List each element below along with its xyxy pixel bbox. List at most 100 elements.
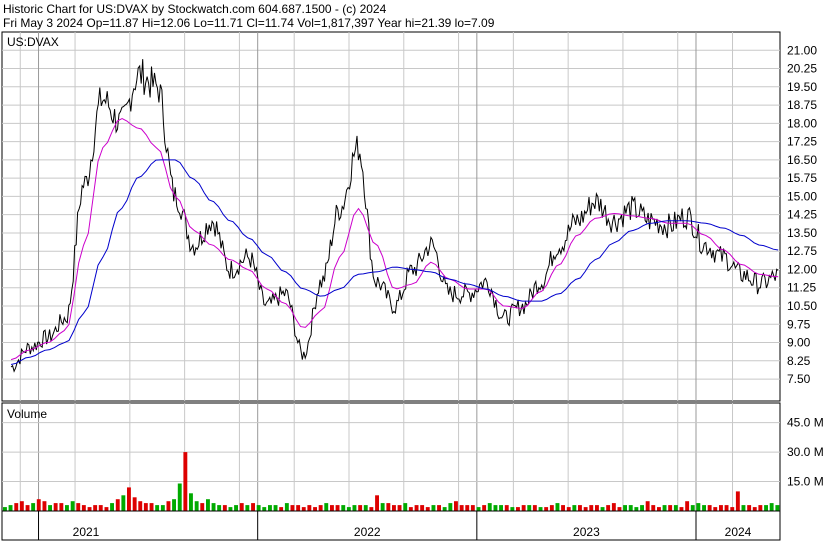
volume-bar [127, 487, 131, 511]
volume-bar [702, 505, 706, 511]
volume-bar [19, 501, 24, 511]
volume-bar [143, 503, 148, 511]
x-tick-label: 2021 [73, 525, 100, 539]
price-y-tick-label: 19.50 [787, 80, 817, 94]
volume-bar [668, 505, 673, 511]
price-y-tick-label: 13.50 [787, 226, 817, 240]
volume-bar [623, 505, 627, 511]
short-moving-average-line [10, 118, 779, 361]
volume-panel: 15.0 M 30.0 M 45.0 M [1, 402, 824, 512]
volume-bar [228, 507, 233, 511]
volume-bar [544, 507, 549, 511]
volume-bar [673, 505, 678, 511]
chart-header-line1: Historic Chart for US:DVAX by Stockwatch… [3, 2, 387, 16]
volume-bar [234, 505, 238, 511]
volume-bar [155, 505, 160, 511]
volume-bar [245, 505, 250, 511]
price-y-tick-label: 15.00 [787, 189, 817, 203]
price-y-tick-label: 12.75 [787, 244, 817, 258]
volume-bar [307, 505, 312, 511]
volume-frame [1, 402, 781, 512]
volume-bar [431, 505, 436, 511]
volume-bar [358, 505, 363, 511]
volume-bar [403, 503, 408, 511]
volume-bar [380, 503, 385, 511]
volume-bar [549, 505, 554, 511]
volume-bar [595, 505, 599, 511]
volume-bar [268, 505, 272, 511]
volume-bar [487, 503, 492, 511]
volume-bar [651, 505, 656, 511]
volume-bar [499, 505, 503, 511]
price-y-tick-label: 18.00 [787, 116, 817, 130]
price-y-tick-label: 18.75 [787, 98, 817, 112]
volume-bar [217, 505, 222, 511]
volume-bar [132, 497, 137, 511]
volume-bar [741, 505, 746, 511]
volume-bar [442, 507, 447, 511]
volume-bar [166, 501, 171, 511]
volume-bar [25, 505, 30, 511]
volume-bar [36, 499, 41, 511]
long-moving-average-line [10, 159, 779, 365]
volume-bar [414, 505, 419, 511]
volume-bar [719, 505, 723, 511]
volume-bar [685, 501, 690, 511]
volume-bar [59, 503, 64, 511]
volume-bar [346, 507, 351, 511]
volume-bar [459, 505, 464, 511]
volume-bar [713, 507, 718, 511]
volume-bar [222, 505, 227, 511]
volume-bar [448, 503, 453, 511]
volume-bar [200, 503, 205, 511]
volume-bar [301, 507, 306, 511]
volume-bar [211, 503, 216, 511]
volume-bar [363, 505, 368, 511]
volume-bar [194, 501, 199, 511]
volume-bar [408, 507, 413, 511]
volume-bar [747, 505, 752, 511]
volume-bar [645, 501, 650, 511]
price-y-tick-label: 8.25 [787, 354, 811, 368]
price-y-tick-label: 17.25 [787, 135, 817, 149]
volume-bar [239, 503, 244, 511]
volume-bar [330, 505, 334, 511]
volume-bar [115, 499, 120, 511]
volume-bar [555, 503, 560, 511]
volume-bar [70, 501, 75, 511]
volume-bar [657, 507, 661, 511]
volume-bar [470, 505, 475, 511]
volume-bar [679, 507, 684, 511]
price-y-tick-label: 20.25 [787, 62, 817, 76]
volume-bar [31, 503, 36, 511]
x-axis-frame [1, 510, 781, 541]
volume-bar [454, 501, 458, 511]
price-y-tick-label: 9.00 [787, 336, 811, 350]
volume-bar [482, 505, 487, 511]
volume-bar [149, 503, 154, 511]
volume-bar [634, 507, 639, 511]
volume-bar [318, 505, 323, 511]
volume-bar [724, 505, 729, 511]
volume-bar [206, 499, 210, 511]
volume-bar [183, 452, 188, 511]
volume-bar [730, 507, 735, 511]
volume-bar [628, 505, 633, 511]
volume-y-tick-label: 30.0 M [787, 445, 824, 459]
volume-bar [561, 505, 565, 511]
price-y-tick-label: 11.25 [787, 281, 816, 295]
volume-bar [369, 507, 374, 511]
price-chart-title: US:DVAX [7, 35, 59, 49]
volume-bar [397, 505, 402, 511]
volume-bar [589, 505, 594, 511]
price-frame [1, 31, 781, 402]
volume-bar [172, 499, 176, 511]
volume-bar [375, 495, 379, 511]
volume-chart-title: Volume [7, 407, 47, 421]
volume-bar [87, 507, 92, 511]
volume-bar [707, 505, 712, 511]
volume-bar [516, 507, 520, 511]
x-axis: 2021 2022 2023 2024 [1, 510, 781, 541]
price-y-tick-label: 14.25 [787, 208, 817, 222]
volume-bar [617, 507, 622, 511]
